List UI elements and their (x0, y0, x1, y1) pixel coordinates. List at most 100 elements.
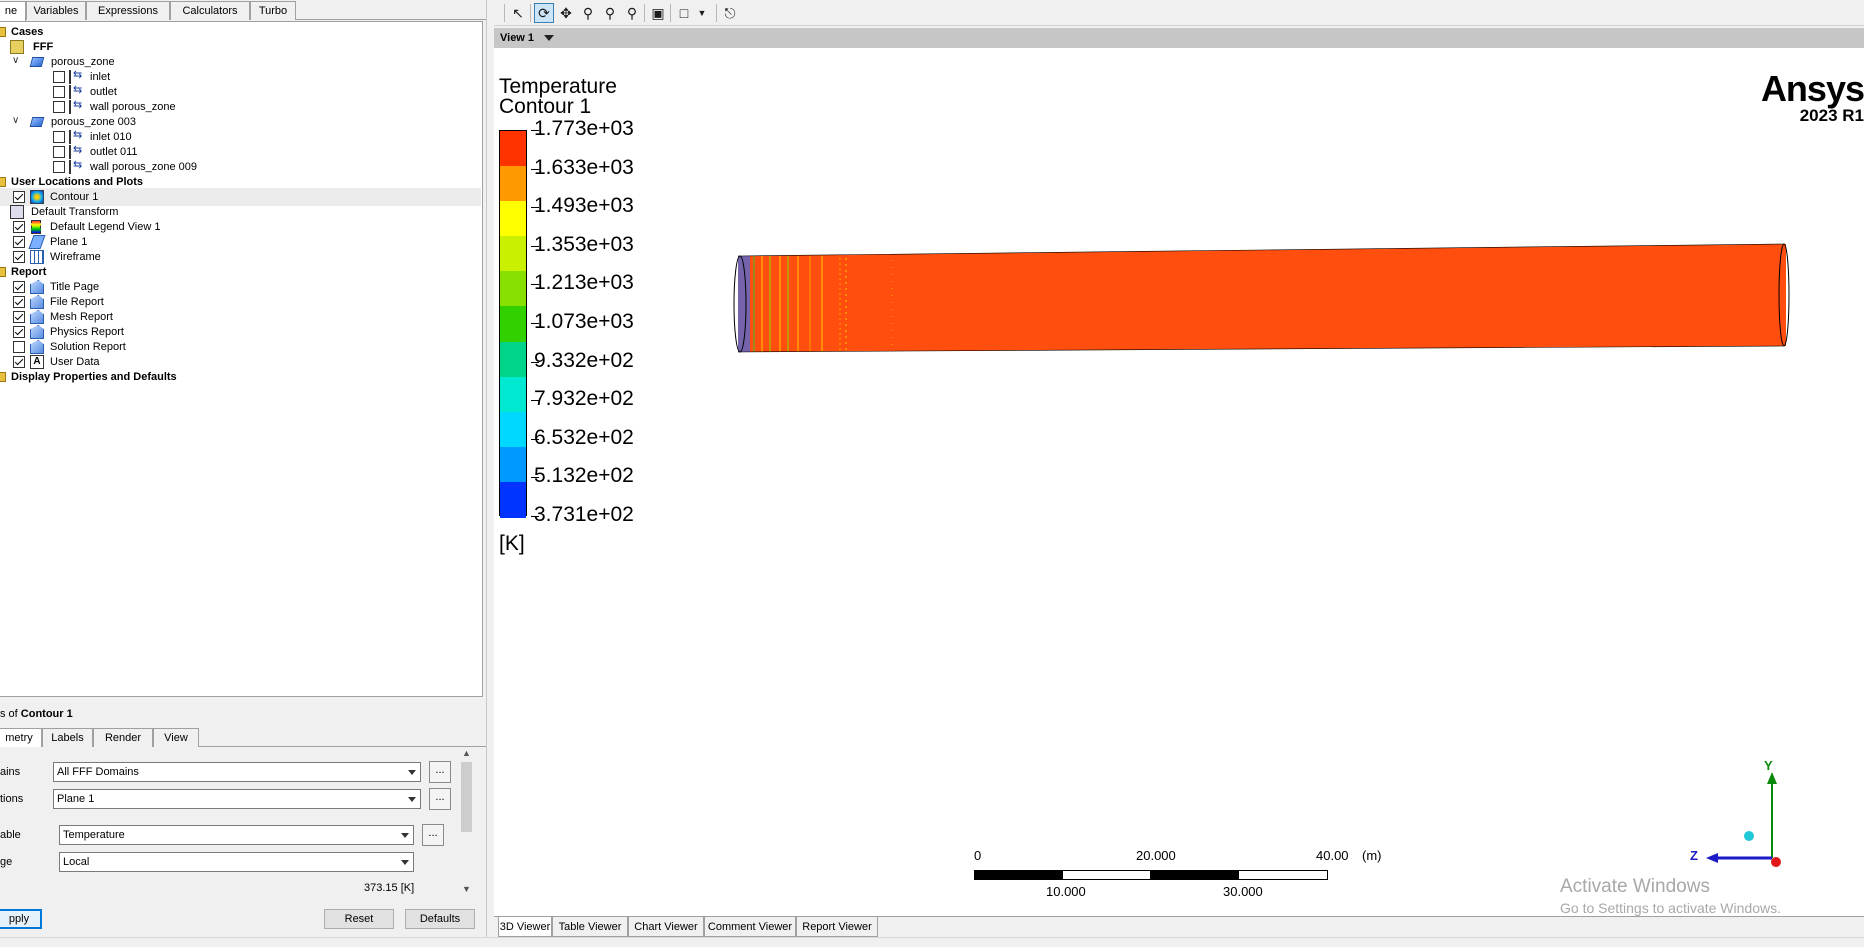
details-tab-bar: metry Labels Render View (0, 728, 486, 748)
variable-more-button[interactable]: ... (422, 824, 444, 846)
tab-render[interactable]: Render (93, 728, 153, 747)
tab-table-viewer[interactable]: Table Viewer (552, 917, 628, 937)
visibility-checkbox[interactable] (53, 131, 65, 143)
tab-outline[interactable]: ne (0, 1, 26, 21)
tab-chart-viewer-label: Chart Viewer (634, 921, 698, 933)
reset-button[interactable]: Reset (324, 909, 394, 929)
view-name: View 1 (500, 32, 535, 44)
toolbar-separator (504, 4, 505, 22)
boundary-icon (69, 98, 83, 114)
outline-tab-bar: ne Variables Expressions Calculators Tur… (0, 0, 486, 21)
details-scrollbar[interactable]: ▲ ▼ (459, 748, 474, 898)
left-panel: ne Variables Expressions Calculators Tur… (0, 0, 486, 947)
zoom-box-icon[interactable]: ⚲ (600, 3, 620, 23)
domain-icon (29, 57, 45, 67)
chevron-down-icon[interactable]: ∨ (12, 115, 22, 127)
visibility-checkbox[interactable] (13, 191, 25, 203)
tab-outline-label: ne (4, 5, 18, 17)
zoom-icon[interactable]: ⚲ (578, 3, 598, 23)
folder-icon (0, 177, 6, 187)
tab-calculators-label: Calculators (182, 5, 238, 17)
visibility-checkbox[interactable] (53, 101, 65, 113)
tab-labels[interactable]: Labels (42, 728, 93, 747)
tab-view[interactable]: View (153, 728, 199, 747)
locations-select[interactable]: Plane 1 (53, 789, 421, 809)
tree-item-label: Physics Report (50, 326, 124, 338)
tree-item-user-locations-label: User Locations and Plots (11, 176, 144, 188)
pan-icon[interactable]: ✥ (556, 3, 576, 23)
scroll-up-icon[interactable]: ▲ (459, 748, 474, 762)
zoom-region-icon[interactable]: ▣ (648, 3, 668, 23)
scale-segment (1238, 870, 1328, 880)
viewport-layout-icon[interactable]: □ (674, 3, 694, 23)
tab-variables[interactable]: Variables (26, 1, 86, 20)
tab-chart-viewer[interactable]: Chart Viewer (628, 917, 704, 937)
domains-row: ains All FFF Domains ... (0, 761, 474, 783)
boundary-icon (69, 83, 83, 99)
boundary-icon (69, 158, 83, 174)
legend-icon (31, 220, 41, 234)
variable-value: Temperature (63, 829, 125, 841)
dropdown-icon[interactable]: ▼ (692, 3, 712, 23)
tab-report-viewer[interactable]: Report Viewer (796, 917, 878, 937)
tab-geometry[interactable]: metry (0, 728, 42, 748)
chevron-down-icon[interactable] (544, 35, 554, 41)
tree-item-label: Title Page (50, 281, 100, 293)
tree-item-label: Default Legend View 1 (50, 221, 161, 233)
view-selector-bar[interactable]: View 1 (494, 28, 1864, 48)
domains-more-button[interactable]: ... (429, 761, 451, 783)
min-value-row: 373.15 [K] (0, 878, 474, 898)
visibility-checkbox[interactable] (53, 146, 65, 158)
zoom-fit-icon[interactable]: ⚲ (622, 3, 642, 23)
report-icon (30, 295, 44, 309)
visibility-checkbox[interactable] (13, 281, 25, 293)
visibility-checkbox[interactable] (53, 71, 65, 83)
tab-3d-viewer[interactable]: 3D Viewer (498, 917, 552, 937)
apply-button[interactable]: pply (0, 909, 42, 929)
panel-splitter[interactable] (486, 0, 494, 947)
scale-label: 20.000 (1136, 848, 1176, 863)
tab-geometry-label: metry (5, 732, 33, 744)
scrollbar-thumb[interactable] (461, 762, 472, 832)
defaults-button[interactable]: Defaults (405, 909, 475, 929)
variable-select[interactable]: Temperature (59, 825, 414, 845)
tab-turbo-label: Turbo (258, 5, 288, 17)
visibility-checkbox[interactable] (13, 251, 25, 263)
select-icon[interactable]: ↖ (508, 3, 528, 23)
locations-more-button[interactable]: ... (429, 788, 451, 810)
visibility-checkbox[interactable] (53, 86, 65, 98)
scale-unit: (m) (1362, 848, 1382, 863)
toolbar-separator (716, 4, 717, 22)
details-panel: s of Contour 1 metry Labels Render View … (0, 698, 486, 947)
visibility-checkbox[interactable] (13, 326, 25, 338)
visibility-checkbox[interactable] (53, 161, 65, 173)
brand-name: Ansys (1760, 68, 1864, 109)
3d-viewport[interactable]: Temperature Contour 1 1.773e+03 1.633e+03… (494, 48, 1864, 916)
locations-row: tions Plane 1 ... (0, 788, 474, 810)
domains-select[interactable]: All FFF Domains (53, 762, 421, 782)
tab-turbo[interactable]: Turbo (250, 1, 296, 20)
boundary-icon (69, 68, 83, 84)
visibility-checkbox[interactable] (13, 341, 25, 353)
tab-calculators[interactable]: Calculators (170, 1, 250, 20)
scroll-down-icon[interactable]: ▼ (459, 884, 474, 898)
locations-label: tions (0, 793, 24, 805)
tab-comment-viewer[interactable]: Comment Viewer (704, 917, 796, 937)
visibility-checkbox[interactable] (13, 221, 25, 233)
scale-segment (1150, 870, 1239, 880)
visibility-checkbox[interactable] (13, 296, 25, 308)
tab-expressions[interactable]: Expressions (86, 1, 170, 20)
visibility-checkbox[interactable] (13, 236, 25, 248)
tree-item-display-properties[interactable]: Display Properties and Defaults (0, 368, 481, 386)
visibility-checkbox[interactable] (13, 311, 25, 323)
sync-views-icon[interactable]: ⎋ (720, 3, 740, 23)
chevron-down-icon (408, 797, 416, 802)
range-select[interactable]: Local (59, 852, 414, 872)
variable-row: able Temperature ... (0, 824, 474, 846)
visibility-checkbox[interactable] (13, 356, 25, 368)
rotate-icon[interactable]: ⟳ (534, 3, 554, 23)
folder-icon (0, 267, 6, 277)
tree-item-label: Wireframe (50, 251, 101, 263)
scale-label: 0 (974, 848, 982, 863)
chevron-down-icon[interactable]: ∨ (12, 55, 22, 67)
